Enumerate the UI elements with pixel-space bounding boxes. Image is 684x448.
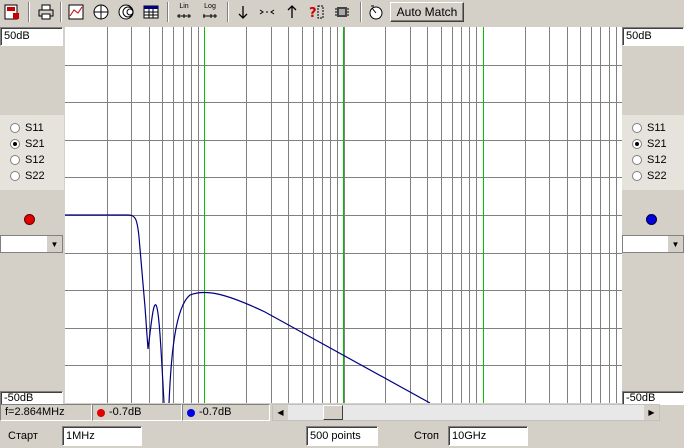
marker2-value: -0.7dB [199, 406, 232, 418]
right-top-scale-field[interactable]: 50dB [622, 27, 684, 46]
svg-text:?: ? [309, 6, 317, 20]
print-icon[interactable] [36, 2, 56, 22]
stop-frequency-input[interactable]: 10GHz [448, 426, 528, 446]
radio-label: S12 [25, 154, 45, 166]
left-bottom-scale-field[interactable]: -50dB [0, 391, 63, 405]
arrow-up-icon[interactable] [282, 2, 302, 22]
right-radio-s11[interactable]: S11 [632, 121, 666, 135]
linear-scale-label: Lin [179, 2, 189, 10]
toolbar-separator [227, 2, 229, 22]
left-top-scale-field[interactable]: 50dB [0, 27, 63, 46]
right-radio-s22[interactable]: S22 [632, 169, 667, 183]
plot-canvas[interactable] [65, 27, 622, 404]
marker2-readout: -0.7dB [182, 404, 270, 421]
scroll-left-icon[interactable]: ◀ [273, 405, 288, 420]
smith-chart-icon[interactable] [116, 2, 136, 22]
right-panel: 50dB S11 S21 S12 S22 ▼ -50dB [622, 27, 684, 405]
horizontal-scrollbar[interactable]: ◀ ▶ [272, 404, 660, 421]
radio-label: S12 [647, 154, 667, 166]
blue-marker-dot [187, 408, 195, 417]
radio-label: S21 [25, 138, 45, 150]
radio-label: S11 [25, 122, 44, 134]
plot-area[interactable] [65, 27, 622, 404]
left-radio-s12[interactable]: S12 [10, 153, 45, 167]
left-radio-s11[interactable]: S11 [10, 121, 44, 135]
auto-match-button[interactable]: Auto Match [390, 2, 464, 22]
rect-chart-icon[interactable] [66, 2, 86, 22]
radio-label: S22 [647, 170, 667, 182]
log-scale-button[interactable]: Log [200, 2, 220, 22]
left-parameter-group: S11 S21 S12 S22 [0, 115, 64, 190]
right-radio-s21[interactable]: S21 [632, 137, 667, 151]
tuning-knob-icon[interactable] [366, 2, 386, 22]
right-parameter-group: S11 S21 S12 S22 [622, 115, 684, 190]
linear-scale-button[interactable]: Lin [174, 2, 194, 22]
right-bottom-scale-field[interactable]: -50dB [622, 391, 684, 405]
left-marker-dot [24, 214, 35, 225]
radio-circle[interactable] [10, 123, 20, 133]
toolbar: Lin Log ? Auto Match [0, 0, 684, 24]
scroll-right-icon[interactable]: ▶ [644, 405, 659, 420]
marker1-value: -0.7dB [109, 406, 142, 418]
radio-circle[interactable] [632, 139, 642, 149]
radio-label: S22 [25, 170, 45, 182]
scrollbar-thumb[interactable] [323, 405, 343, 420]
red-marker-dot [97, 408, 105, 417]
radio-circle[interactable] [632, 123, 642, 133]
marker1-readout: -0.7dB [92, 404, 182, 421]
right-marker-dot [646, 214, 657, 225]
s21-trace [65, 214, 431, 404]
toolbar-separator [360, 2, 362, 22]
radio-circle[interactable] [632, 171, 642, 181]
radio-circle[interactable] [632, 155, 642, 165]
stop-label: Стоп [414, 430, 439, 442]
left-panel: 50dB S11 S21 S12 S22 ▼ -50dB [0, 27, 64, 405]
polar-chart-icon[interactable] [91, 2, 111, 22]
radio-circle[interactable] [10, 139, 20, 149]
radio-label: S11 [647, 122, 666, 134]
points-input[interactable]: 500 points [306, 426, 378, 446]
radio-circle[interactable] [10, 171, 20, 181]
save-icon[interactable] [2, 2, 22, 22]
arrow-down-icon[interactable] [233, 2, 253, 22]
right-marker-select[interactable]: ▼ [622, 235, 684, 253]
left-marker-select[interactable]: ▼ [0, 235, 63, 253]
radio-circle[interactable] [10, 155, 20, 165]
zoom-in-arrows-icon[interactable] [257, 2, 277, 22]
frequency-readout: f=2.864MHz [0, 404, 92, 421]
chevron-down-icon[interactable]: ▼ [46, 236, 62, 252]
radio-label: S21 [647, 138, 667, 150]
left-radio-s21[interactable]: S21 [10, 137, 45, 151]
component-icon[interactable] [332, 2, 352, 22]
chevron-down-icon[interactable]: ▼ [667, 236, 683, 252]
table-icon[interactable] [141, 2, 161, 22]
start-frequency-input[interactable]: 1MHz [62, 426, 142, 446]
start-label: Старт [8, 430, 38, 442]
frequency-value: f=2.864MHz [5, 406, 65, 418]
toolbar-separator [60, 2, 62, 22]
help-icon[interactable]: ? [307, 2, 327, 22]
log-scale-label: Log [204, 2, 216, 10]
toolbar-separator [167, 2, 169, 22]
toolbar-separator [28, 2, 30, 22]
right-radio-s12[interactable]: S12 [632, 153, 667, 167]
left-radio-s22[interactable]: S22 [10, 169, 45, 183]
